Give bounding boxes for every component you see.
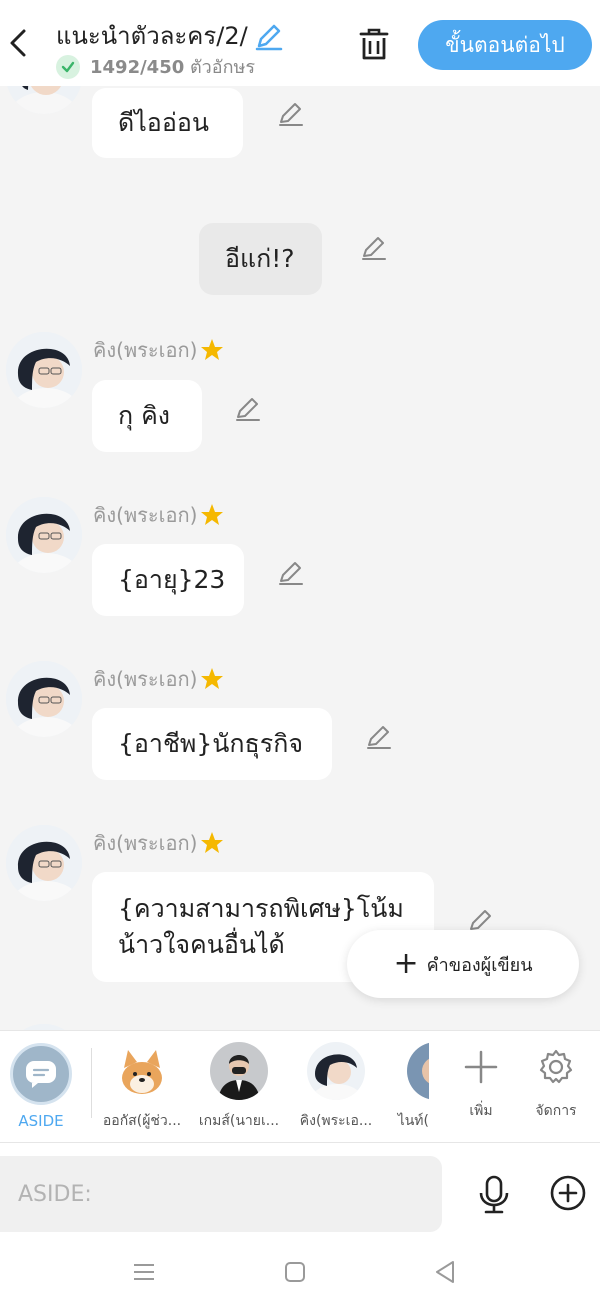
back-button[interactable] [4, 26, 32, 60]
back-arrow-icon [10, 29, 26, 57]
divider [91, 1048, 92, 1118]
pencil-icon [255, 24, 282, 50]
message-input[interactable] [0, 1156, 442, 1232]
avatar [307, 1042, 365, 1100]
triangle-back-icon [436, 1261, 454, 1283]
star-icon [201, 832, 224, 853]
message-bubble[interactable]: {อาชีพ}นักธุรกิจ [92, 708, 332, 780]
chat-bubble-icon [26, 1061, 56, 1088]
char-count: 1492/450 ตัวอักษร [90, 57, 256, 78]
trash-icon [359, 28, 389, 60]
system-back-button[interactable] [430, 1257, 460, 1287]
plus-icon [464, 1050, 498, 1084]
pencil-icon [362, 237, 386, 260]
aside-message-bubble[interactable]: อีแก่!? [199, 223, 322, 295]
aside-label: ASIDE [18, 1112, 64, 1130]
home-button[interactable] [280, 1257, 310, 1287]
pencil-icon [367, 726, 391, 749]
pencil-icon [279, 103, 303, 126]
star-icon [201, 504, 224, 525]
pencil-icon [236, 398, 260, 421]
delete-button[interactable] [356, 26, 392, 62]
edit-message-button[interactable] [277, 99, 305, 127]
star-icon [201, 668, 224, 689]
sender-name: คิง(พระเอก) [93, 334, 225, 366]
aside-selector[interactable] [10, 1043, 72, 1105]
character-item[interactable]: ไนท์( [385, 1042, 429, 1132]
composer [0, 1143, 600, 1243]
microphone-icon [479, 1175, 509, 1214]
author-note-button[interactable]: + คำของผู้เขียน [347, 930, 579, 998]
avatar[interactable] [6, 332, 82, 408]
character-item[interactable]: เกมส์(นายเ... [191, 1042, 287, 1132]
edit-message-button[interactable] [234, 394, 262, 422]
square-icon [285, 1262, 305, 1282]
top-bar: แนะนำตัวละคร/2/ 1492/450 ตัวอักษร ขั้นตอ… [0, 0, 600, 86]
system-navigation-bar [0, 1243, 600, 1301]
character-item[interactable]: คิง(พระเอ... [288, 1042, 384, 1132]
char-count-row: 1492/450 ตัวอักษร [56, 52, 255, 81]
sender-name: คิง(พระเอก) [93, 827, 225, 859]
menu-icon [134, 1264, 154, 1280]
edit-title-button[interactable] [254, 21, 284, 51]
add-character-button[interactable]: เพิ่ม [451, 1042, 511, 1122]
recent-apps-button[interactable] [129, 1257, 159, 1287]
pencil-icon [279, 562, 303, 585]
message-bubble[interactable]: {อายุ}23 [92, 544, 244, 616]
title-row: แนะนำตัวละคร/2/ [56, 16, 284, 55]
sender-name: คิง(พระเอก) [93, 499, 225, 531]
character-item[interactable]: ออกัส(ผู้ช่ว... [94, 1042, 190, 1132]
edit-message-button[interactable] [277, 558, 305, 586]
plus-circle-icon [550, 1175, 586, 1211]
avatar[interactable] [6, 497, 82, 573]
next-step-button[interactable]: ขั้นตอนต่อไป [418, 20, 592, 70]
avatar [210, 1042, 268, 1100]
avatar [113, 1042, 171, 1100]
message-bubble[interactable]: ดีไออ่อน [92, 88, 243, 158]
avatar[interactable] [6, 661, 82, 737]
avatar[interactable] [6, 86, 82, 114]
gear-icon [539, 1049, 573, 1084]
edit-message-button[interactable] [360, 233, 388, 261]
page-title: แนะนำตัวละคร/2/ [56, 22, 248, 50]
edit-message-button[interactable] [365, 722, 393, 750]
avatar [407, 1042, 429, 1100]
sender-name: คิง(พระเอก) [93, 663, 225, 695]
star-icon [201, 339, 224, 360]
voice-input-button[interactable] [474, 1173, 514, 1217]
manage-button[interactable]: จัดการ [526, 1042, 586, 1122]
plus-icon: + [393, 946, 419, 981]
check-icon [56, 54, 80, 79]
message-bubble[interactable]: กุ คิง [92, 380, 202, 452]
avatar[interactable] [6, 825, 82, 901]
add-attachment-button[interactable] [548, 1173, 588, 1213]
chat-area[interactable]: ดีไออ่อน อีแก่!? คิง(พระเอก) กุ คิง คิง(… [0, 86, 600, 1030]
